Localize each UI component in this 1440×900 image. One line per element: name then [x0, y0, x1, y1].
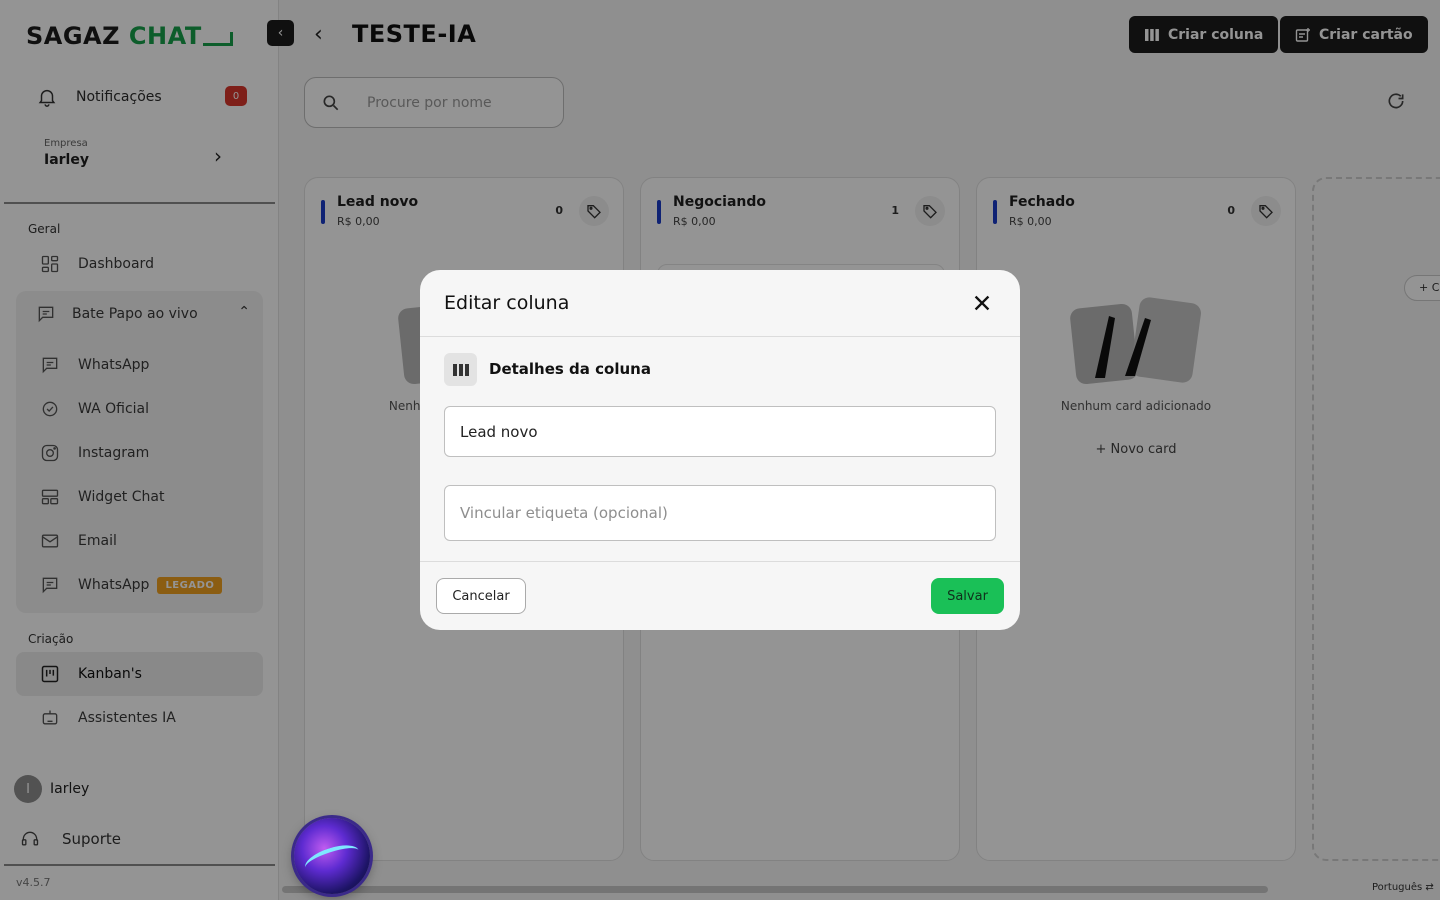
cancel-button[interactable]: Cancelar [436, 578, 526, 614]
edit-column-modal: Editar coluna Detalhes da coluna Cancela… [420, 270, 1020, 630]
ai-assistant-orb[interactable] [294, 818, 370, 894]
modal-title: Editar coluna [444, 292, 570, 314]
tag-link-input[interactable] [444, 485, 996, 541]
modal-divider [420, 561, 1020, 562]
columns-icon [444, 353, 477, 386]
save-button[interactable]: Salvar [931, 578, 1004, 614]
section-label: Detalhes da coluna [489, 360, 651, 378]
column-name-input[interactable] [444, 406, 996, 457]
modal-divider [420, 336, 1020, 337]
close-icon[interactable] [971, 292, 993, 314]
